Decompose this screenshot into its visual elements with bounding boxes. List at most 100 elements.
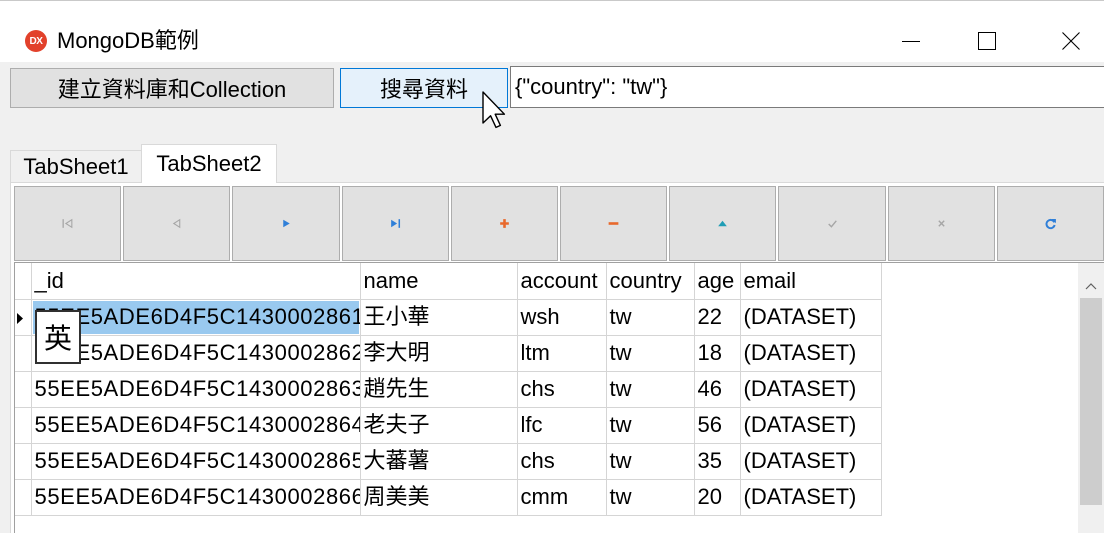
cell-country[interactable]: tw: [606, 371, 695, 408]
cell-name[interactable]: 老夫子: [360, 407, 518, 444]
cell-name[interactable]: 李大明: [360, 335, 518, 372]
scrollbar-thumb[interactable]: [1080, 298, 1102, 505]
maximize-icon: [978, 32, 996, 50]
first-record-icon: [62, 218, 73, 229]
column-header-name[interactable]: name: [360, 263, 518, 300]
cell-email[interactable]: (DATASET): [740, 443, 882, 480]
cell-account[interactable]: lfc: [517, 407, 607, 444]
cell-id[interactable]: 55EE5ADE6D4F5C1430002865: [31, 443, 361, 480]
column-header-age[interactable]: age: [694, 263, 741, 300]
row-indicator: [15, 479, 32, 516]
table-row[interactable]: 55EE5ADE6D4F5C1430002866 周美美 cmm tw 20 (…: [15, 479, 882, 516]
ime-mode-indicator: 英: [35, 310, 81, 364]
db-navigator: [14, 186, 1104, 261]
title-bar[interactable]: DX MongoDB範例: [0, 0, 1104, 62]
cell-email[interactable]: (DATASET): [740, 299, 882, 336]
column-header-country[interactable]: country: [606, 263, 695, 300]
post-edit-icon: [827, 220, 837, 228]
refresh-data-button[interactable]: [996, 186, 1104, 261]
query-input[interactable]: [510, 66, 1104, 108]
post-edit-button[interactable]: [778, 186, 886, 261]
cell-id[interactable]: 55EE5ADE6D4F5C1430002863: [31, 371, 361, 408]
row-indicator: [15, 371, 32, 408]
tab-label: TabSheet2: [156, 151, 262, 176]
cell-country[interactable]: tw: [606, 299, 695, 336]
close-button[interactable]: [1053, 23, 1089, 59]
close-icon: [1062, 32, 1080, 50]
column-header-email[interactable]: email: [740, 263, 882, 300]
cell-id[interactable]: 55EE5ADE6D4F5C1430002866: [31, 479, 361, 516]
cell-country[interactable]: tw: [606, 407, 695, 444]
row-indicator: [15, 335, 32, 372]
cell-id[interactable]: 55EE5ADE6D4F5C1430002864: [31, 407, 361, 444]
tab-tabsheet1[interactable]: TabSheet1: [10, 150, 142, 182]
cell-account[interactable]: chs: [517, 443, 607, 480]
row-indicator: [15, 407, 32, 444]
minimize-button[interactable]: [893, 23, 929, 59]
table-row[interactable]: 55EE5ADE6D4F5C1430002861 王小華 wsh tw 22 (…: [15, 299, 882, 336]
indicator-header: [15, 263, 32, 300]
prior-record-icon: [173, 218, 181, 229]
dx-app-icon: DX: [25, 30, 47, 52]
cancel-edit-button[interactable]: [887, 186, 995, 261]
column-header-id[interactable]: _id: [31, 263, 361, 300]
delete-record-icon: [608, 222, 619, 225]
vertical-scrollbar[interactable]: [1078, 263, 1104, 533]
cell-account[interactable]: wsh: [517, 299, 607, 336]
table-row[interactable]: 55EE5ADE6D4F5C1430002863 趙先生 chs tw 46 (…: [15, 371, 882, 408]
cell-email[interactable]: (DATASET): [740, 479, 882, 516]
insert-record-icon: [500, 219, 509, 228]
edit-record-button[interactable]: [669, 186, 777, 261]
app-icon-text: DX: [29, 35, 43, 47]
tab-label: TabSheet1: [23, 153, 129, 179]
cancel-edit-icon: [938, 220, 945, 227]
cell-age[interactable]: 46: [694, 371, 741, 408]
tab-tabsheet2[interactable]: TabSheet2: [141, 144, 277, 183]
row-indicator: [15, 299, 32, 336]
refresh-data-icon: [1045, 218, 1056, 230]
cell-age[interactable]: 35: [694, 443, 741, 480]
scroll-up-icon[interactable]: [1085, 282, 1097, 290]
table-row[interactable]: 55EE5ADE6D4F5C1430002864 老夫子 lfc tw 56 (…: [15, 407, 882, 444]
prior-record-button[interactable]: [123, 186, 231, 261]
cell-age[interactable]: 22: [694, 299, 741, 336]
cell-name[interactable]: 大蕃薯: [360, 443, 518, 480]
maximize-button[interactable]: [969, 23, 1005, 59]
last-record-icon: [390, 219, 400, 228]
cell-country[interactable]: tw: [606, 479, 695, 516]
tab-page: _id name account country age email 55EE5…: [10, 182, 1104, 533]
header-row: _id name account country age email: [15, 263, 882, 300]
arrow-cursor-icon: [482, 91, 506, 129]
cell-age[interactable]: 56: [694, 407, 741, 444]
cell-country[interactable]: tw: [606, 335, 695, 372]
table-row[interactable]: 55EE5ADE6D4F5C1430002865 大蕃薯 chs tw 35 (…: [15, 443, 882, 480]
cell-name[interactable]: 周美美: [360, 479, 518, 516]
cell-email[interactable]: (DATASET): [740, 407, 882, 444]
cell-email[interactable]: (DATASET): [740, 335, 882, 372]
cell-age[interactable]: 18: [694, 335, 741, 372]
grid-table: _id name account country age email 55EE5…: [15, 263, 882, 516]
last-record-button[interactable]: [341, 186, 449, 261]
cell-email[interactable]: (DATASET): [740, 371, 882, 408]
first-record-button[interactable]: [14, 186, 122, 261]
cell-account[interactable]: chs: [517, 371, 607, 408]
minimize-icon: [902, 41, 920, 42]
next-record-button[interactable]: [232, 186, 340, 261]
cell-account[interactable]: cmm: [517, 479, 607, 516]
insert-record-button[interactable]: [450, 186, 559, 261]
window-title: MongoDB範例: [57, 28, 199, 53]
table-row[interactable]: 55EE5ADE6D4F5C1430002862 李大明 ltm tw 18 (…: [15, 335, 882, 372]
edit-record-icon: [718, 220, 728, 227]
data-grid[interactable]: _id name account country age email 55EE5…: [14, 262, 1104, 533]
row-indicator: [15, 443, 32, 480]
cell-age[interactable]: 20: [694, 479, 741, 516]
delete-record-button[interactable]: [560, 186, 668, 261]
cell-name[interactable]: 趙先生: [360, 371, 518, 408]
next-record-icon: [282, 219, 290, 228]
cell-name[interactable]: 王小華: [360, 299, 518, 336]
column-header-account[interactable]: account: [517, 263, 607, 300]
cell-account[interactable]: ltm: [517, 335, 607, 372]
cell-country[interactable]: tw: [606, 443, 695, 480]
create-database-button[interactable]: 建立資料庫和Collection: [10, 68, 334, 108]
current-row-indicator-icon: [17, 312, 23, 324]
